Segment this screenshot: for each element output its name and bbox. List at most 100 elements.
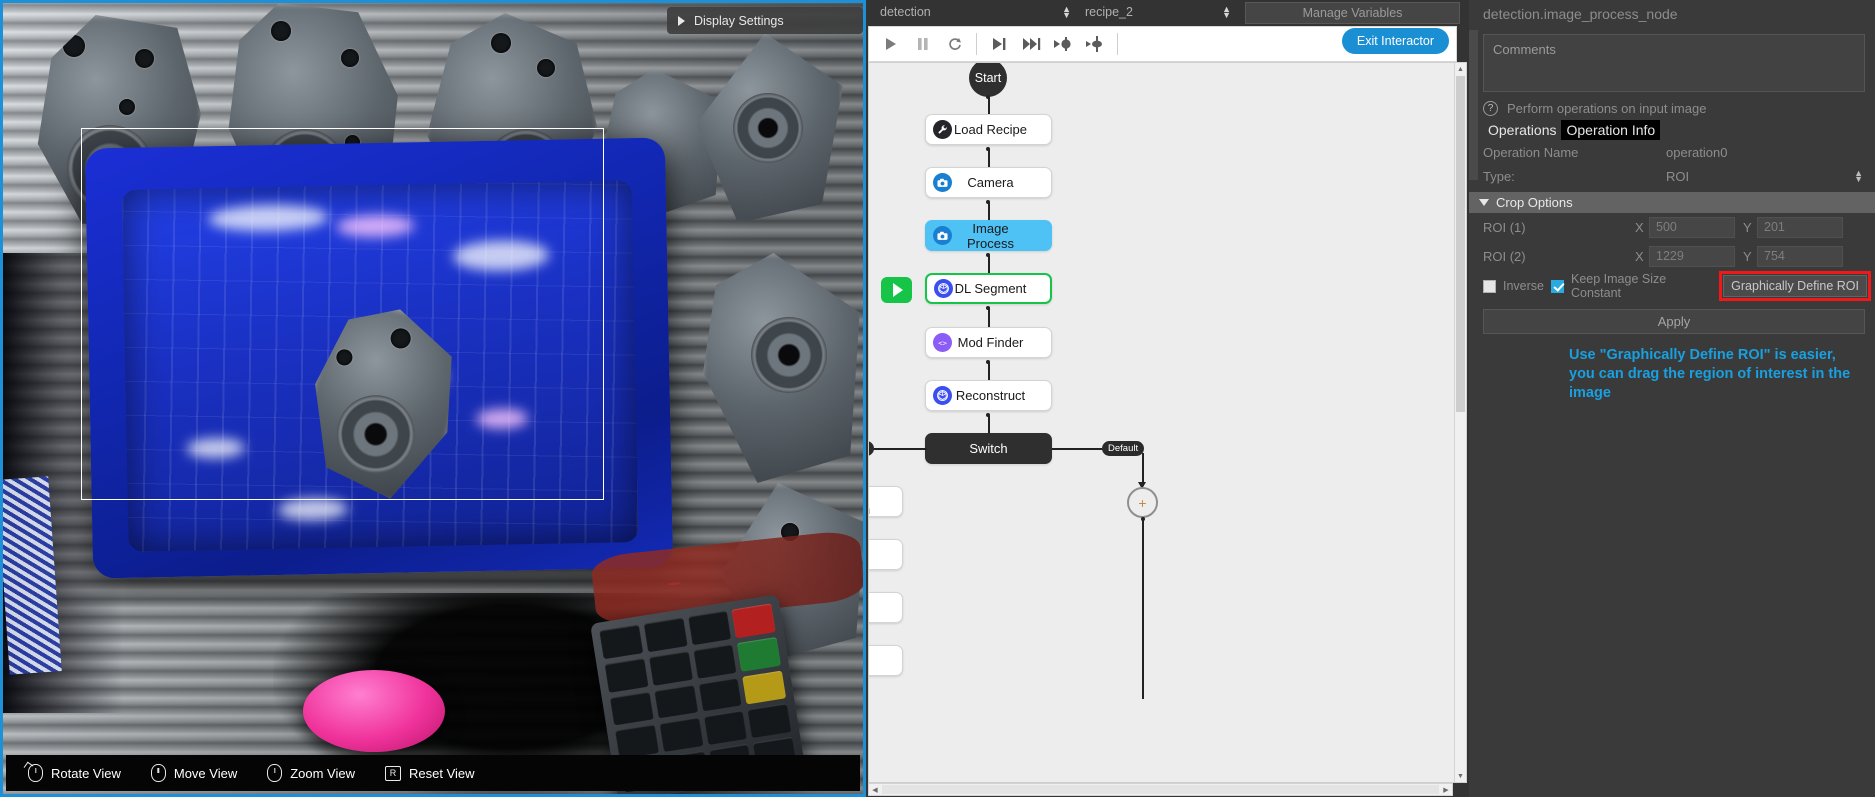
tab-operations[interactable]: Operations xyxy=(1483,120,1561,140)
crop-options-section[interactable]: Crop Options xyxy=(1469,192,1875,213)
svg-text:<>: <> xyxy=(938,338,947,347)
row-type[interactable]: Type: ROI ▲ ▼ xyxy=(1469,164,1875,188)
inverse-label: Inverse xyxy=(1503,279,1544,293)
camera-image[interactable] xyxy=(3,3,863,794)
properties-tabs: Operations Operation Info xyxy=(1469,120,1875,140)
connector-dot xyxy=(986,360,990,364)
apply-button[interactable]: Apply xyxy=(1483,309,1865,334)
exit-interactor-button[interactable]: Exit Interactor xyxy=(1341,28,1449,54)
roi-2-x-input[interactable]: 1229 xyxy=(1649,246,1735,267)
chevron-down-icon xyxy=(1479,199,1489,206)
move-view-button[interactable]: Move View xyxy=(143,764,245,782)
flow-vertical-scrollbar[interactable]: ▲ ▼ xyxy=(1454,62,1467,783)
pause-button[interactable] xyxy=(907,31,937,57)
flow-horizontal-scrollbar[interactable]: ◀ ▶ xyxy=(868,783,1453,796)
props-scroll-indicator[interactable] xyxy=(1469,30,1478,180)
flow-canvas[interactable]: Start Load Recipe Camera Image Process D… xyxy=(868,62,1467,783)
crop-options-label: Crop Options xyxy=(1496,195,1573,210)
tab-label: Operation Info xyxy=(1566,122,1656,138)
single-node-run-button[interactable] xyxy=(1080,31,1110,57)
rotate-view-icon xyxy=(28,764,43,782)
start-label: Start xyxy=(974,71,1002,85)
zoom-view-button[interactable]: Zoom View xyxy=(259,764,363,782)
node-cloud-process[interactable]: Cloud Process xyxy=(869,539,903,570)
scroll-down-icon[interactable]: ▼ xyxy=(1455,770,1466,782)
display-settings-label: Display Settings xyxy=(694,13,784,28)
branch-wire-case xyxy=(869,448,927,450)
inverse-checkbox[interactable] xyxy=(1483,279,1496,293)
node-image-process[interactable]: Image Process xyxy=(925,220,1052,251)
run-to-node-icon xyxy=(1054,37,1071,51)
node-load-recipe[interactable]: Load Recipe xyxy=(925,114,1052,145)
node-label: Image Process xyxy=(967,220,1014,251)
node-writer[interactable]: Writer xyxy=(869,592,903,623)
fast-forward-button[interactable] xyxy=(1016,31,1046,57)
help-icon[interactable]: ? xyxy=(1483,101,1498,116)
type-spinner-icon[interactable]: ▲ ▼ xyxy=(1854,169,1863,184)
zoom-view-label: Zoom View xyxy=(290,765,355,781)
run-to-node-button[interactable] xyxy=(1048,31,1078,57)
display-settings-button[interactable]: Display Settings xyxy=(667,7,863,34)
node-label: Mod Finder xyxy=(957,335,1024,350)
rotate-view-button[interactable]: Rotate View xyxy=(20,764,129,782)
roi-1-x-input[interactable]: 500 xyxy=(1649,217,1735,238)
operation-name-label: Operation Name xyxy=(1483,144,1579,160)
scroll-thumb[interactable] xyxy=(882,785,1439,794)
run-node-play-button[interactable] xyxy=(881,277,912,303)
image-viewer[interactable]: Display Settings Rotate View Move View Z… xyxy=(0,0,866,797)
default-chip[interactable]: Default xyxy=(1102,441,1145,456)
node-pose-operation[interactable]: Pose Operation xyxy=(869,486,903,517)
rotate-view-label: Rotate View xyxy=(51,765,121,781)
scroll-right-icon[interactable]: ▶ xyxy=(1440,784,1452,795)
connector-dot xyxy=(986,253,990,257)
properties-panel: detection.image_process_node Comments ? … xyxy=(1469,0,1875,797)
scroll-up-icon[interactable]: ▲ xyxy=(1455,63,1466,75)
toolbar-divider xyxy=(976,33,977,55)
node-mod-finder[interactable]: <> Mod Finder xyxy=(925,327,1052,358)
hint-text: Perform operations on input image xyxy=(1507,101,1707,116)
node-camera[interactable]: Camera xyxy=(925,167,1052,198)
roi-row-2: ROI (2) X 1229 Y 754 xyxy=(1469,242,1875,271)
keep-image-size-checkbox[interactable] xyxy=(1551,279,1564,293)
node-label: Cloud Process xyxy=(869,540,902,570)
scroll-left-icon[interactable]: ◀ xyxy=(869,784,881,795)
node-label: Switch xyxy=(969,441,1008,456)
reload-button[interactable] xyxy=(939,31,969,57)
keep-image-size-label: Keep Image Size Constant xyxy=(1571,272,1667,300)
node-switch[interactable]: Switch xyxy=(925,433,1052,464)
roi-1-y-input[interactable]: 201 xyxy=(1757,217,1843,238)
connector-dot xyxy=(986,200,990,204)
graphically-define-roi-button[interactable]: Graphically Define ROI xyxy=(1723,275,1867,297)
step-forward-button[interactable] xyxy=(984,31,1014,57)
zoom-view-icon xyxy=(267,764,283,782)
node-partial-next[interactable] xyxy=(869,645,903,676)
roi-2-label: ROI (2) xyxy=(1483,249,1526,264)
case-1-chip[interactable]: Case 1 xyxy=(869,441,875,456)
angle-icon: <> xyxy=(933,333,952,352)
pink-disc xyxy=(303,670,445,752)
type-label: Type: xyxy=(1483,168,1515,184)
comments-field[interactable]: Comments xyxy=(1483,34,1865,92)
spinner-icon: ▲ ▼ xyxy=(1062,4,1071,20)
tab-operation-info[interactable]: Operation Info xyxy=(1561,120,1661,140)
plus-label: + xyxy=(1138,494,1147,511)
roi-1-y-axis-label: Y xyxy=(1743,220,1752,235)
recipe-selector[interactable]: recipe_2 ▲ ▼ xyxy=(1071,5,1231,20)
type-value: ROI xyxy=(1666,168,1690,184)
camera-icon xyxy=(933,173,952,192)
start-node[interactable]: Start xyxy=(969,63,1007,97)
connector-dot xyxy=(986,413,990,417)
run-button[interactable] xyxy=(875,31,905,57)
roi-1-label: ROI (1) xyxy=(1483,220,1526,235)
node-reconstruct[interactable]: Reconstruct xyxy=(925,380,1052,411)
manage-variables-button[interactable]: Manage Variables xyxy=(1245,2,1460,24)
scroll-thumb[interactable] xyxy=(1456,76,1465,412)
reset-view-button[interactable]: R Reset View xyxy=(377,765,483,781)
node-path-title: detection.image_process_node xyxy=(1483,6,1678,22)
roi-2-y-input[interactable]: 754 xyxy=(1757,246,1843,267)
node-dl-segment[interactable]: DL Segment xyxy=(925,273,1052,304)
project-selector[interactable]: detection ▲ ▼ xyxy=(866,4,1071,20)
add-node-default-button[interactable]: + xyxy=(1127,487,1158,518)
viewer-toolbar: Rotate View Move View Zoom View R Reset … xyxy=(6,755,860,791)
roi-row-1: ROI (1) X 500 Y 201 xyxy=(1469,213,1875,242)
